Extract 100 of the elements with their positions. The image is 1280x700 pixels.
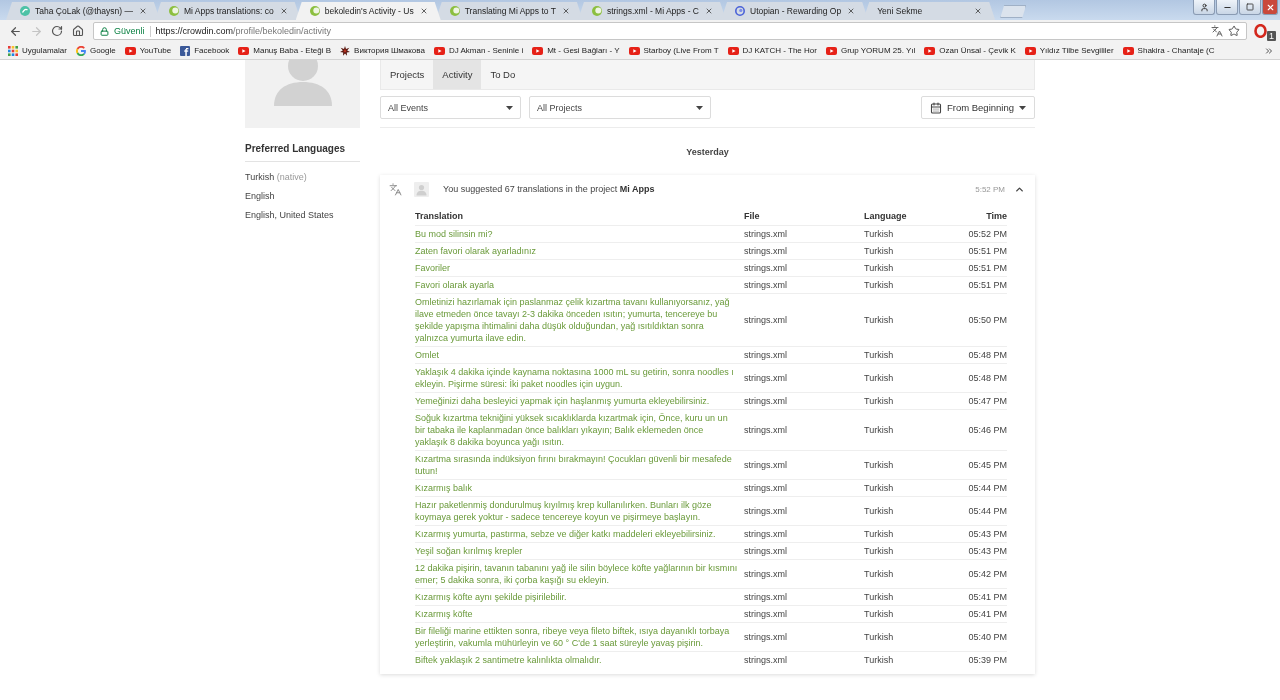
browser-tab[interactable]: Taha ÇoLak (@thaysn) — — [6, 2, 160, 20]
translate-icon — [389, 182, 402, 196]
time-cell-text: 05:51 PM — [967, 262, 1007, 275]
browser-tab[interactable]: strings.xml - Mi Apps - C — [577, 2, 726, 20]
star-icon[interactable] — [1228, 25, 1240, 37]
crescent-logo-icon — [591, 6, 602, 16]
play-logo-icon — [825, 46, 837, 55]
close-icon — [705, 7, 713, 15]
time-cell-text: 05:50 PM — [967, 314, 1007, 327]
language-cell-text: Turkish — [864, 568, 895, 581]
close-window-button[interactable] — [1262, 0, 1278, 15]
close-icon — [279, 7, 288, 15]
bookmark-link[interactable]: Виктория Шмакова — [338, 42, 427, 59]
time-cell-text: 05:51 PM — [967, 245, 1007, 258]
time-cell-text: 05:41 PM — [967, 591, 1007, 604]
time-cell-text: 05:48 PM — [967, 372, 1007, 385]
translation-link[interactable]: Soğuk kızartma tekniğini yüksek sıcaklıklarda kızartmak için, Önce, kuru un un bir tabaka ile kaplanmadan önce balıkları yıkayın; Balık eklemeden önce yaklaşık 8 dakika boyunca yağı ısıtın. — [415, 410, 744, 450]
bookmark-link[interactable]: YouTube — [122, 42, 174, 59]
round-logo-icon — [20, 6, 30, 16]
column-header: Language — [864, 211, 908, 221]
time-cell-text: 05:39 PM — [967, 654, 1007, 667]
translation-link[interactable]: Favori olarak ayarla — [415, 277, 744, 293]
browser-tab[interactable]: bekoledin's Activity - Us — [295, 2, 441, 20]
bookmark-link[interactable]: Starboy (Live From T — [626, 42, 721, 59]
close-icon — [419, 7, 428, 15]
crescent-logo-icon — [309, 6, 320, 16]
minimize-button[interactable] — [1216, 0, 1238, 15]
translation-link[interactable]: Zaten favori olarak ayarladınız — [415, 243, 744, 259]
translation-link[interactable]: Yemeğinizi daha besleyici yapmak için haşlanmış yumurta ekleyebilirsiniz. — [415, 393, 744, 409]
bookmark-link[interactable]: DJ Akman - Seninle i — [431, 42, 526, 59]
translation-link[interactable]: Favoriler — [415, 260, 744, 276]
time-cell-text: 05:52 PM — [967, 228, 1007, 241]
language-cell-text: Turkish — [864, 424, 895, 437]
file-cell-text: strings.xml — [744, 349, 788, 362]
bookmark-link[interactable]: Uygulamalar — [6, 42, 69, 59]
browser-tab[interactable]: Mi Apps translations: co — [154, 2, 301, 20]
translation-link[interactable]: 12 dakika pişirin, tavanın tabanını yağ ile silin böylece köfte yağlarının bir kısmını emer; 5 dakika sonra, iki çorba kaşığı su ekleyin. — [415, 560, 744, 588]
language-cell-text: Turkish — [864, 262, 895, 275]
file-cell-text: strings.xml — [744, 459, 788, 472]
language-cell-text: Turkish — [864, 279, 895, 292]
double-chevron-icon — [1264, 45, 1274, 56]
maximize-button[interactable] — [1239, 0, 1261, 15]
browser-tab[interactable]: Yeni Sekme — [863, 2, 996, 20]
profile-tab[interactable]: Activity — [433, 60, 482, 89]
translation-link[interactable]: Kızarmış yumurta, pastırma, sebze ve diğer katkı maddeleri ekleyebilirsiniz. — [415, 526, 744, 542]
language-cell-text: Turkish — [864, 505, 895, 518]
translation-link[interactable]: Biftek yaklaşık 2 santimetre kalınlıkta olmalıdır. — [415, 652, 744, 668]
f-logo-icon — [180, 45, 191, 56]
projects-dropdown[interactable]: All Projects — [529, 96, 711, 119]
caret-down-icon — [1019, 105, 1026, 110]
translation-link[interactable]: Kızarmış köfte — [415, 606, 744, 622]
translation-link[interactable]: Omletinizi hazırlamak için paslanmaz çelik kızartma tavanı kullanıyorsanız, yağ ilave etmeden önce tavayı 2-3 dakika önceden ısıtın; yumurta, tencereye bu şekilde yapışma ihtimalini daha düşük olduğundan, yağ ısıtıldıktan sonra yalnızca yumurta ilave edin. — [415, 294, 744, 346]
bookmark-link[interactable]: Google — [73, 42, 118, 59]
translation-link[interactable]: Yeşil soğan kırılmış krepler — [415, 543, 744, 559]
profile-tab[interactable]: To Do — [481, 60, 525, 89]
lock-icon — [100, 26, 109, 36]
play-logo-icon — [727, 46, 739, 55]
profile-button[interactable] — [1193, 0, 1215, 15]
profile-tab[interactable]: Projects — [381, 60, 434, 89]
play-logo-icon — [124, 46, 136, 55]
preferred-languages-heading: Preferred Languages — [245, 143, 360, 162]
back-arrow-icon — [8, 24, 22, 38]
translation-link[interactable]: Bir fileliği marine ettikten sonra, ribeye veya fileto biftek, ısıya dayanıklı torbaya yerleştirin, vakumla mühürleyin ve 60 ° C'de 1 saat süreyle yavaş pişirin. — [415, 623, 744, 651]
g-logo-icon — [75, 45, 86, 56]
translate-icon[interactable] — [1211, 25, 1223, 37]
file-cell-text: strings.xml — [744, 568, 788, 581]
translation-link[interactable]: Yaklaşık 4 dakika içinde kaynama noktasına 1000 mL su getirin, sonra noodles ı ekleyin. Pişirme süresi: İki paket noodles için uygun. — [415, 364, 744, 392]
translation-link[interactable]: Omlet — [415, 347, 744, 363]
tab-close-button[interactable] — [704, 6, 714, 16]
translation-link[interactable]: Hazır paketlenmiş dondurulmuş kıyılmış krep kullanılırken. Bunları ilk göze koymaya gerek yoktur - sadece tencereye koyun ve pişirmeye başlayın. — [415, 497, 744, 525]
translation-link[interactable]: Kızartma sırasında indüksiyon fırını bırakmayın! Çocukları güvenli bir mesafede tutun! — [415, 451, 744, 479]
date-range-button[interactable]: From Beginning — [920, 96, 1035, 119]
bookmark-link[interactable]: Ozan Ünsal - Çevik K — [922, 42, 1018, 59]
bookmark-link[interactable]: Facebook — [178, 42, 232, 59]
translation-link[interactable]: Kızarmış balık — [415, 480, 744, 496]
bookmark-link[interactable]: Yıldız Tilbe Sevgililer — [1022, 42, 1116, 59]
column-header: Translation — [415, 211, 464, 221]
bookmark-link[interactable]: Manuş Baba - Eteği B — [236, 42, 334, 59]
language-cell-text: Turkish — [864, 631, 895, 644]
calendar-icon — [929, 101, 942, 114]
file-cell-text: strings.xml — [744, 591, 788, 604]
time-cell-text: 05:44 PM — [967, 505, 1007, 518]
events-dropdown[interactable]: All Events — [380, 96, 521, 119]
translation-link[interactable]: Kızarmış köfte aynı şekilde pişirilebilir. — [415, 589, 744, 605]
file-cell-text: strings.xml — [744, 245, 788, 258]
home-icon — [72, 25, 84, 37]
bookmark-link[interactable]: Grup YORUM 25. Yıl — [823, 42, 918, 59]
bookmark-link[interactable]: Mt - Gesi Bağları - Y — [530, 42, 622, 59]
address-bar[interactable]: Güvenli https://crowdin.com/profile/bekoledin/activity — [93, 22, 1247, 40]
extension-button[interactable]: 1 — [1254, 21, 1276, 41]
file-cell-text: strings.xml — [744, 608, 788, 621]
bookmark-link[interactable]: Shakira - Chantaje (C — [1120, 42, 1217, 59]
file-cell-text: strings.xml — [744, 279, 788, 292]
file-cell-text: strings.xml — [744, 372, 788, 385]
time-cell-text: 05:46 PM — [967, 424, 1007, 437]
bookmark-link[interactable]: DJ KATCH - The Hor — [725, 42, 819, 59]
extension-badge: 1 — [1267, 31, 1276, 41]
caret-down-icon — [506, 105, 513, 110]
maximize-icon — [1246, 3, 1254, 11]
translation-link[interactable]: Bu mod silinsin mi? — [415, 226, 744, 242]
